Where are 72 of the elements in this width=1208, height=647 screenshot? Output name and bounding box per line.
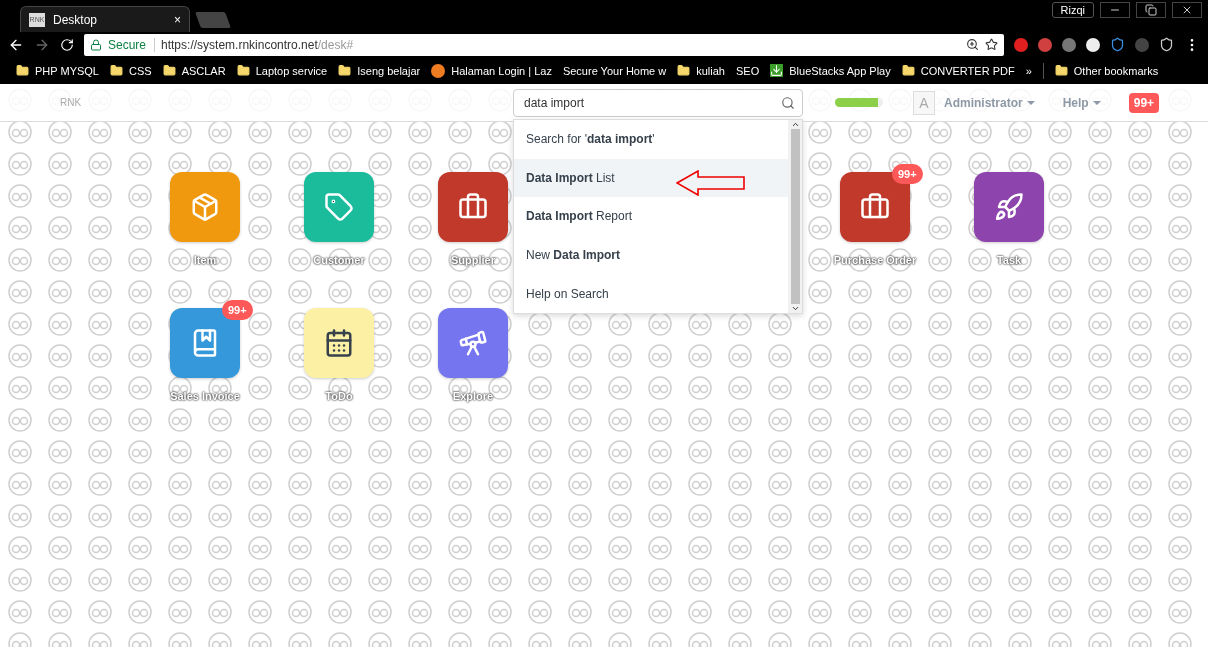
folder-icon	[110, 64, 123, 77]
app-tile[interactable]	[438, 308, 508, 378]
search-result[interactable]: Help on Search	[514, 274, 788, 313]
close-icon	[1181, 4, 1193, 16]
folder-icon	[236, 64, 250, 77]
download-icon	[770, 64, 784, 77]
close-button[interactable]	[1172, 2, 1202, 18]
scrollbar[interactable]	[788, 120, 802, 313]
app-label[interactable]: Purchase Order	[833, 254, 917, 266]
app-label[interactable]: Sales Invoice	[170, 390, 240, 402]
lock-icon	[90, 38, 102, 51]
rocket-icon	[994, 192, 1024, 222]
bookmark[interactable]: Halaman Login | Laz	[451, 64, 552, 77]
star-icon[interactable]	[985, 38, 998, 51]
bookmark[interactable]: Laptop service	[255, 64, 328, 77]
folder-icon	[338, 64, 352, 77]
app-label[interactable]: Task	[996, 254, 1022, 266]
reload-icon[interactable]	[60, 37, 74, 52]
app-tile[interactable]	[304, 172, 374, 242]
arrow-annotation	[676, 170, 746, 196]
other-bookmarks[interactable]: Other bookmarks	[1073, 64, 1159, 77]
folder-icon	[16, 64, 29, 77]
folder-icon	[162, 64, 176, 77]
search-result[interactable]: Search for 'data import'	[514, 120, 788, 159]
shield-icon[interactable]	[1159, 37, 1174, 52]
package-icon	[190, 192, 220, 222]
secure-label: Secure	[108, 37, 156, 52]
app-tile[interactable]	[438, 172, 508, 242]
app-tile[interactable]	[974, 172, 1044, 242]
app-label[interactable]: Explore	[452, 390, 494, 402]
bookmark[interactable]: ASCLAR	[181, 64, 226, 77]
restore-icon	[1145, 4, 1157, 16]
bookmark[interactable]: Secure Your Home w	[562, 64, 667, 77]
bookmark[interactable]: BlueStacks App Play	[789, 64, 891, 77]
tab-close[interactable]: ×	[174, 12, 181, 27]
folder-icon	[1054, 64, 1068, 77]
bookmark[interactable]: PHP MYSQL	[35, 64, 99, 77]
calendar-icon	[324, 328, 354, 358]
progress-bar	[835, 98, 883, 107]
address-bar[interactable]: Secure https://system.rnkincontro.net/desk#	[84, 33, 1004, 56]
app-label[interactable]: Item	[193, 254, 217, 266]
url-path: /desk#	[317, 37, 355, 52]
scroll-down-icon[interactable]	[790, 304, 800, 313]
app-tile[interactable]	[304, 308, 374, 378]
zoom-icon[interactable]	[966, 38, 979, 51]
folder-icon	[901, 64, 915, 77]
scroll-up-icon[interactable]	[790, 120, 800, 129]
app-label[interactable]: Supplier	[451, 254, 495, 266]
site-icon	[431, 63, 446, 78]
count-badge: 99+	[892, 164, 923, 184]
profile-button[interactable]: Rizqi	[1051, 2, 1094, 18]
telescope-icon	[458, 328, 488, 358]
bookmark[interactable]: SEO	[736, 64, 760, 77]
url-host: https://system.rnkincontro.net	[161, 37, 318, 52]
app-label[interactable]: Customer	[313, 254, 365, 266]
tag-icon	[324, 192, 354, 222]
bookmark[interactable]: kuliah	[696, 64, 725, 77]
search-result[interactable]: Data Import List	[514, 158, 788, 198]
tab-title: Desktop	[53, 12, 99, 27]
restore-button[interactable]	[1136, 2, 1166, 18]
app-tile[interactable]	[170, 172, 240, 242]
search-field[interactable]: data import	[513, 88, 803, 117]
count-badge: 99+	[222, 300, 253, 320]
app-label[interactable]: ToDo	[325, 390, 353, 402]
bookmark[interactable]: CONVERTER PDF	[920, 64, 1015, 77]
search-icon	[781, 95, 795, 110]
folder-icon	[677, 64, 691, 77]
shield-icon[interactable]	[1110, 37, 1125, 52]
more-bookmarks[interactable]: »	[1025, 64, 1032, 77]
bookmark[interactable]: Iseng belajar	[357, 64, 421, 77]
minimize-button[interactable]	[1100, 2, 1130, 18]
bookmark[interactable]: CSS	[129, 64, 152, 77]
